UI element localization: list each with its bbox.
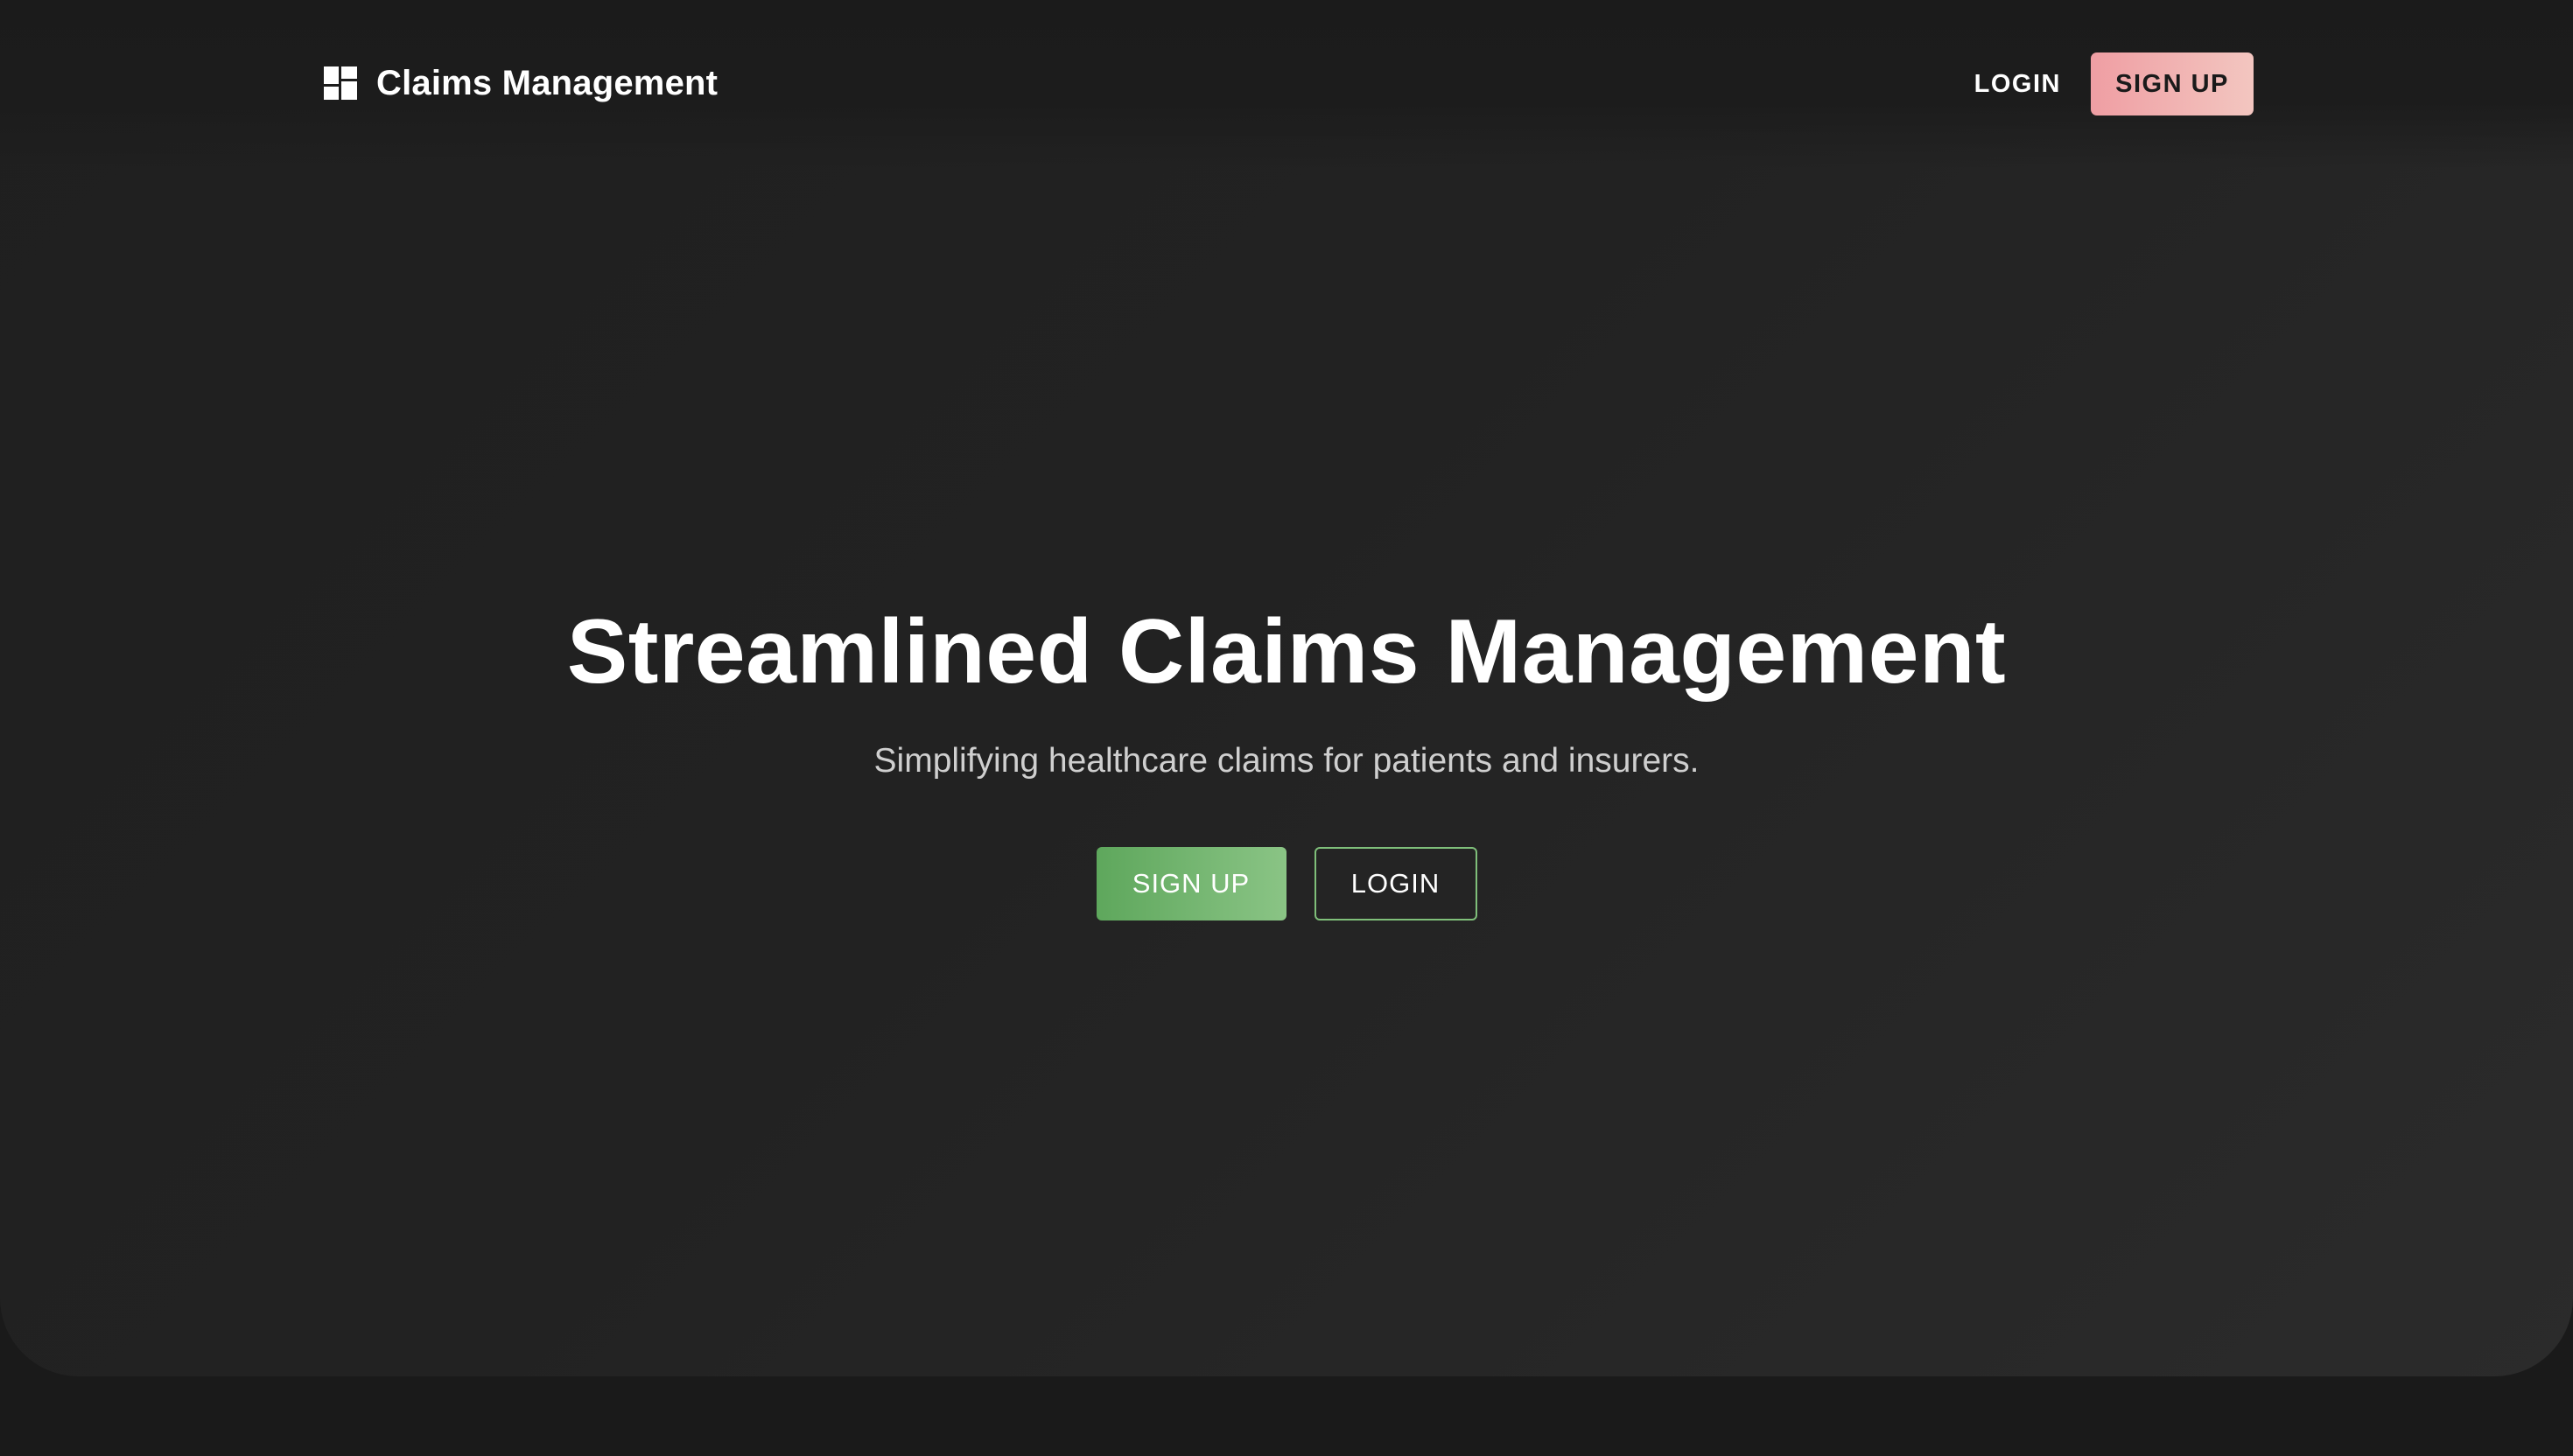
nav-signup-button[interactable]: SIGN UP — [2091, 52, 2254, 116]
hero-content: Streamlined Claims Management Simplifyin… — [0, 586, 2573, 920]
brand[interactable]: Claims Management — [324, 61, 718, 105]
hero-subtitle: Simplifying healthcare claims for patien… — [873, 742, 1700, 780]
cta-row: SIGN UP LOGIN — [0, 847, 2573, 920]
hero-signup-button[interactable]: SIGN UP — [1096, 847, 1286, 920]
hero-section: Claims Management LOGIN SIGN UP Streamli… — [0, 0, 2573, 1376]
hero-title: Streamlined Claims Management — [566, 601, 2007, 703]
hero-login-button[interactable]: LOGIN — [1314, 847, 1477, 920]
nav-login-link[interactable]: LOGIN — [1974, 70, 2061, 99]
top-navbar: Claims Management LOGIN SIGN UP — [0, 0, 2573, 168]
brand-name: Claims Management — [376, 63, 719, 102]
page: Claims Management LOGIN SIGN UP Streamli… — [0, 0, 2573, 1456]
nav-actions: LOGIN SIGN UP — [1974, 52, 2254, 116]
dashboard-icon — [324, 66, 357, 100]
